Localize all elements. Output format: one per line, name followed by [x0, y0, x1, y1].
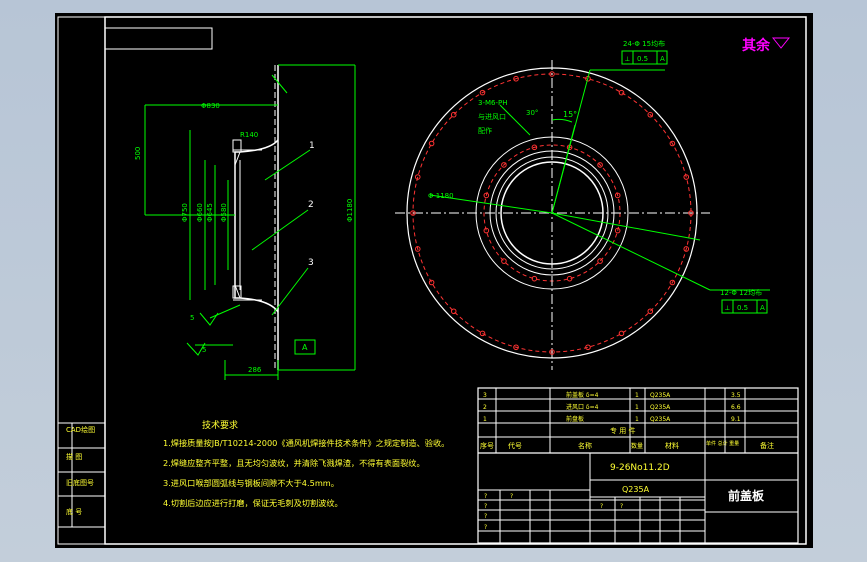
datum-label: A: [302, 343, 308, 352]
top-frame-val: 0.5: [637, 55, 648, 63]
svg-text:3: 3: [483, 392, 487, 399]
svg-text:?: ?: [484, 503, 487, 510]
svg-text:数量: 数量: [631, 442, 643, 450]
strip-label-old: 旧底图号: [66, 478, 94, 487]
svg-text:?: ?: [510, 493, 513, 500]
material-label: Q235A: [622, 485, 650, 494]
svg-text:材料: 材料: [665, 441, 679, 450]
dim-5a: 5: [190, 314, 194, 322]
dim-750: Φ750: [181, 203, 189, 222]
svg-text:1: 1: [483, 416, 487, 423]
part-title: 前盖板: [728, 488, 765, 503]
svg-text:6.6: 6.6: [731, 404, 741, 411]
note-line-1: 1.焊接质量按JB/T10214-2000《通风机焊接件技术条件》之规定制造、验…: [163, 438, 449, 448]
svg-text:1: 1: [635, 392, 639, 399]
dim-645: Φ645: [206, 203, 214, 222]
note-line-3: 3.进风口喉部圆弧线与钢板间隙不大于4.5mm。: [163, 478, 339, 488]
dim-500: 500: [134, 147, 142, 160]
svg-text:Q235A: Q235A: [650, 404, 671, 411]
svg-text:?: ?: [600, 503, 603, 510]
hole-callout-2: 与进风口: [478, 113, 506, 121]
dim-580: Φ580: [220, 203, 228, 222]
svg-text:名称: 名称: [578, 441, 592, 450]
svg-text:?: ?: [484, 513, 487, 520]
svg-text:进风口 δ=4: 进风口 δ=4: [566, 403, 599, 411]
svg-text:1: 1: [635, 416, 639, 423]
angle-label-2: 30°: [526, 109, 538, 117]
dim-1180: Φ1180: [346, 199, 354, 222]
svg-text:代号: 代号: [508, 441, 522, 450]
svg-text:?: ?: [620, 503, 623, 510]
strip-label-cad: CAD绘图: [66, 425, 95, 434]
balloon-1: 1: [309, 141, 315, 151]
svg-text:1: 1: [635, 404, 639, 411]
top-frame-sym: ⟂: [625, 55, 630, 63]
svg-text:单件 总计 重量: 单件 总计 重量: [706, 440, 739, 447]
svg-text:9.1: 9.1: [731, 416, 741, 423]
dim-830: Φ830: [201, 102, 220, 110]
svg-text:Q235A: Q235A: [650, 392, 671, 399]
svg-text:2: 2: [483, 404, 487, 411]
svg-text:Q235A: Q235A: [650, 416, 671, 423]
svg-text:前盘板: 前盘板: [566, 415, 584, 423]
hole-callout-3: 配作: [478, 126, 492, 135]
balloon-2: 2: [308, 200, 314, 210]
bottom-callout: 12-Φ 12均布: [720, 288, 762, 297]
strip-label-trace: 描 图: [66, 452, 82, 461]
bottom-frame-sym: ⟂: [725, 304, 730, 312]
dim-286: 286: [248, 366, 262, 374]
note-line-4: 4.切割后边应进行打磨，保证无毛刺及切割波纹。: [163, 498, 343, 508]
strip-label-base: 底 号: [66, 507, 82, 516]
note-line-2: 2.焊缝应整齐平整，且无均匀波纹，并清除飞溅焊渣，不得有表面裂纹。: [163, 458, 425, 468]
svg-text:前盖板 δ=4: 前盖板 δ=4: [566, 391, 599, 399]
circle-dim: Φ 1180: [428, 192, 454, 200]
svg-text:备注: 备注: [760, 441, 774, 450]
notes-heading: 技术要求: [202, 419, 238, 431]
special-parts-label: 专 用 件: [610, 426, 635, 435]
balloon-3: 3: [308, 258, 314, 268]
svg-text:?: ?: [484, 524, 487, 531]
dim-r140: R140: [240, 131, 258, 139]
top-frame-datum: A: [660, 55, 665, 63]
hole-callout: 3-M6-PH: [478, 99, 507, 107]
roughness-note: 其余: [742, 37, 771, 54]
svg-text:3.5: 3.5: [731, 392, 741, 399]
bottom-frame-val: 0.5: [737, 304, 748, 312]
drawing-canvas[interactable]: CAD绘图 描 图 旧底图号 底 号 其余 Φ830 R140 500 Φ750…: [0, 0, 867, 562]
cad-viewport[interactable]: CAD绘图 描 图 旧底图号 底 号 其余 Φ830 R140 500 Φ750…: [0, 0, 867, 562]
svg-text:?: ?: [484, 493, 487, 500]
top-callout: 24-Φ 15均布: [623, 39, 665, 48]
angle-label: 15°: [563, 110, 577, 119]
svg-text:序号: 序号: [480, 441, 494, 450]
drawing-number: 9-26No11.2D: [610, 463, 670, 473]
bottom-frame-datum: A: [760, 304, 765, 312]
dim-660: Φ660: [196, 203, 204, 222]
